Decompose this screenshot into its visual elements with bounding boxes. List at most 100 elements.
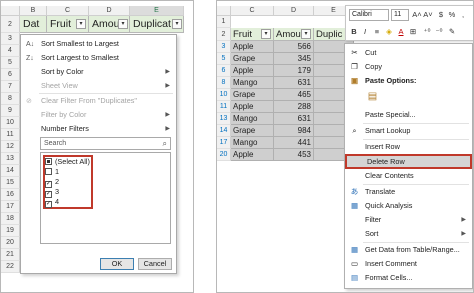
smart-lookup-item[interactable]: ⌕ Smart Lookup bbox=[345, 124, 472, 138]
row-number[interactable]: 21 bbox=[1, 249, 20, 261]
checkbox-partial[interactable] bbox=[45, 158, 52, 165]
filter-dropdown-icon[interactable]: ▾ bbox=[118, 19, 128, 29]
row-number[interactable]: 18 bbox=[1, 213, 20, 225]
row-number[interactable]: 19 bbox=[1, 225, 20, 237]
header-cell-fruit[interactable]: Fruit ▾ bbox=[231, 28, 274, 41]
cell-amount[interactable]: 984 bbox=[274, 125, 314, 137]
format-cells-item[interactable]: ▤ Format Cells... bbox=[345, 271, 472, 285]
increase-font-icon[interactable]: A˄ bbox=[412, 9, 422, 21]
cell-fruit[interactable]: Mango bbox=[231, 137, 274, 149]
paste-special-item[interactable]: Paste Special... bbox=[345, 108, 472, 122]
row-number[interactable]: 5 bbox=[217, 53, 231, 65]
row-number[interactable]: 17 bbox=[217, 137, 231, 149]
filter-value-1[interactable]: 1 bbox=[45, 167, 59, 177]
cell-fruit[interactable]: Apple bbox=[231, 149, 274, 161]
header-cell-amount[interactable]: Amou ▾ bbox=[89, 16, 130, 33]
borders-icon[interactable]: ⊞ bbox=[408, 26, 418, 38]
cell-amount[interactable]: 631 bbox=[274, 113, 314, 125]
select-all-corner[interactable] bbox=[1, 6, 20, 16]
checkbox-unchecked[interactable] bbox=[45, 168, 52, 175]
row-number[interactable]: 14 bbox=[1, 165, 20, 177]
delete-row-item[interactable]: Delete Row bbox=[345, 154, 472, 169]
row-number[interactable]: 22 bbox=[1, 261, 20, 273]
row-number[interactable]: 15 bbox=[1, 177, 20, 189]
row-number[interactable]: 6 bbox=[1, 69, 20, 81]
header-cell-duplicates[interactable]: Duplicat ▾ bbox=[130, 16, 184, 33]
cell-amount[interactable]: 179 bbox=[274, 65, 314, 77]
row-number[interactable]: 10 bbox=[217, 89, 231, 101]
format-painter-icon[interactable]: ✎ bbox=[447, 26, 457, 38]
decrease-font-icon[interactable]: A˅ bbox=[423, 9, 433, 21]
row-number[interactable]: 3 bbox=[1, 33, 20, 45]
clear-contents-item[interactable]: Clear Contents bbox=[345, 169, 472, 183]
cancel-button[interactable]: Cancel bbox=[138, 258, 172, 270]
column-header-b[interactable]: B bbox=[20, 6, 47, 16]
row-number[interactable]: 2 bbox=[217, 28, 231, 41]
row-number[interactable]: 3 bbox=[217, 41, 231, 53]
cell-amount[interactable]: 631 bbox=[274, 77, 314, 89]
row-number[interactable]: 12 bbox=[1, 141, 20, 153]
italic-icon[interactable]: I bbox=[360, 26, 370, 38]
row-number[interactable]: 8 bbox=[217, 77, 231, 89]
row-number[interactable]: 14 bbox=[217, 125, 231, 137]
row-number[interactable]: 13 bbox=[217, 113, 231, 125]
filter-search-input[interactable]: Search ⌕ bbox=[40, 137, 171, 150]
cell-amount[interactable]: 453 bbox=[274, 149, 314, 161]
cut-item[interactable]: ✂ Cut bbox=[345, 46, 472, 60]
cell-amount[interactable]: 441 bbox=[274, 137, 314, 149]
sort-item[interactable]: Sort ▶ bbox=[345, 227, 472, 241]
row-number[interactable]: 8 bbox=[1, 93, 20, 105]
cell-amount[interactable]: 465 bbox=[274, 89, 314, 101]
checkbox-checked[interactable]: ✓ bbox=[45, 201, 52, 208]
row-number[interactable]: 6 bbox=[217, 65, 231, 77]
sort-descending-item[interactable]: Z↓ Sort Largest to Smallest bbox=[21, 51, 176, 65]
copy-item[interactable]: ❐ Copy bbox=[345, 60, 472, 74]
column-header-c[interactable]: C bbox=[47, 6, 89, 16]
cell-fruit[interactable]: Apple bbox=[231, 65, 274, 77]
row-number[interactable]: 9 bbox=[1, 105, 20, 117]
cell-amount[interactable]: 345 bbox=[274, 53, 314, 65]
cell-fruit[interactable]: Grape bbox=[231, 89, 274, 101]
insert-row-item[interactable]: Insert Row bbox=[345, 140, 472, 154]
sort-ascending-item[interactable]: A↓ Sort Smallest to Largest bbox=[21, 37, 176, 51]
font-name-box[interactable]: Calibri bbox=[349, 9, 389, 21]
row-number[interactable]: 16 bbox=[1, 189, 20, 201]
filter-active-icon[interactable]: ▾ bbox=[172, 19, 182, 29]
row-number[interactable]: 11 bbox=[1, 129, 20, 141]
row-number[interactable]: 11 bbox=[217, 101, 231, 113]
align-icon[interactable]: ≡ bbox=[372, 26, 382, 38]
column-header-e[interactable]: E bbox=[130, 6, 184, 16]
sort-by-color-item[interactable]: Sort by Color ▶ bbox=[21, 65, 176, 79]
cell-fruit[interactable]: Grape bbox=[231, 53, 274, 65]
header-cell-fruit[interactable]: Fruit ▾ bbox=[47, 16, 89, 33]
filter-value-4[interactable]: ✓ 4 bbox=[45, 197, 59, 208]
font-size-box[interactable]: 11 bbox=[391, 9, 409, 21]
select-all-corner[interactable] bbox=[217, 6, 231, 16]
row-number[interactable]: 2 bbox=[1, 16, 20, 33]
row-number[interactable]: 4 bbox=[1, 45, 20, 57]
ok-button[interactable]: OK bbox=[100, 258, 134, 270]
column-header-c[interactable]: C bbox=[231, 6, 274, 16]
row-number[interactable]: 7 bbox=[1, 81, 20, 93]
font-color-icon[interactable]: A bbox=[396, 26, 406, 38]
percent-icon[interactable]: % bbox=[447, 9, 457, 21]
comma-style-icon[interactable]: , bbox=[458, 9, 468, 21]
column-header-d[interactable]: D bbox=[274, 6, 314, 16]
header-cell-amount[interactable]: Amou ▾ bbox=[274, 28, 314, 41]
row-number[interactable]: 10 bbox=[1, 117, 20, 129]
bold-icon[interactable]: B bbox=[349, 26, 359, 38]
cell-fruit[interactable]: Apple bbox=[231, 41, 274, 53]
increase-decimal-icon[interactable]: ⁺⁰ bbox=[422, 26, 432, 38]
filter-value-2[interactable]: ✓ 2 bbox=[45, 177, 59, 188]
fill-color-icon[interactable]: ◈ bbox=[384, 26, 394, 38]
currency-icon[interactable]: $ bbox=[436, 9, 446, 21]
get-data-item[interactable]: ▦ Get Data from Table/Range... bbox=[345, 243, 472, 257]
filter-dropdown-icon[interactable]: ▾ bbox=[261, 29, 271, 39]
row-number[interactable]: 17 bbox=[1, 201, 20, 213]
paste-icon[interactable]: ▤ bbox=[367, 92, 378, 102]
number-filters-item[interactable]: Number Filters ▶ bbox=[21, 122, 176, 136]
cell-fruit[interactable]: Grape bbox=[231, 125, 274, 137]
insert-comment-item[interactable]: ▭ Insert Comment bbox=[345, 257, 472, 271]
row-number[interactable]: 13 bbox=[1, 153, 20, 165]
translate-item[interactable]: あ Translate bbox=[345, 185, 472, 199]
